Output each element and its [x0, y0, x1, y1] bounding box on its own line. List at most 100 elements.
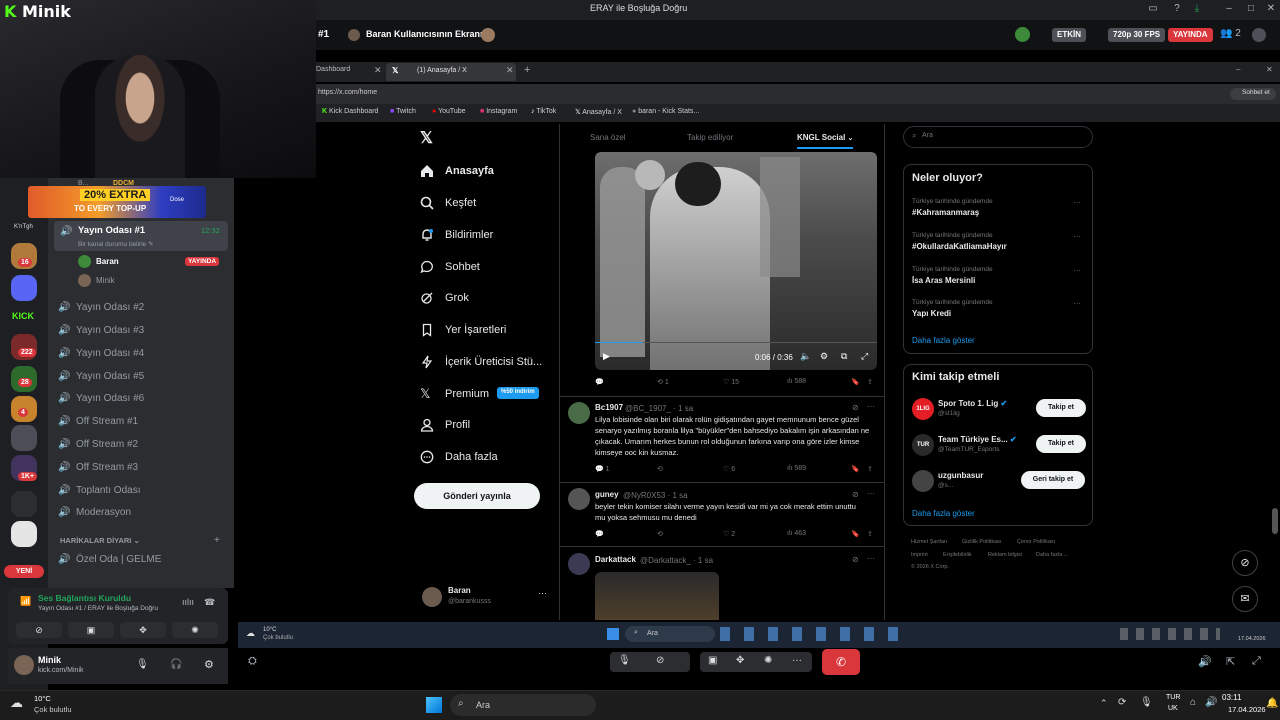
fullscreen-icon[interactable]: ⤢ [861, 351, 868, 362]
reply-icon[interactable]: 💬 [595, 530, 604, 538]
tray-app-icon[interactable]: ⟳ [1118, 697, 1126, 708]
tweet-image[interactable] [595, 572, 719, 620]
close-icon[interactable]: ✕ [374, 65, 382, 76]
tab-x-home[interactable]: (1) Anasayfa / X [417, 67, 467, 74]
trends-show-more-link[interactable]: Daha fazla göster [912, 336, 975, 345]
mic-control[interactable]: 🎙 ⊘ [610, 652, 690, 672]
more-icon[interactable]: ··· [538, 588, 547, 598]
repost-icon[interactable]: ⟲ [657, 530, 663, 538]
channel-item[interactable]: 🔊 Off Stream #3 [58, 458, 224, 478]
avatar[interactable]: TUR [912, 434, 934, 456]
play-icon[interactable]: ▶ [603, 351, 610, 362]
disconnect-icon[interactable]: ☎ [204, 597, 215, 608]
channel-item[interactable]: 🔊 Off Stream #1 [58, 412, 224, 432]
more-icon[interactable]: ··· [1073, 232, 1081, 241]
tweet-author[interactable]: Darkattack [595, 555, 636, 564]
like-icon[interactable]: ♡ 15 [723, 378, 739, 386]
messages-icon[interactable]: ✉ [1232, 586, 1258, 612]
like-icon[interactable]: ♡ 6 [723, 465, 735, 473]
notifications-icon[interactable]: 🔔 [1266, 698, 1278, 709]
chevron-up-icon[interactable]: ⌃ [1100, 698, 1108, 709]
url-text[interactable]: https://x.com/home [318, 89, 377, 96]
footer-link[interactable]: Gizlilik Politikası [962, 539, 1001, 545]
windows-start-icon[interactable] [426, 697, 442, 713]
channel-item[interactable]: 🔊 Yayın Odası #2 [58, 298, 224, 318]
headphones-icon[interactable]: 🎧 [170, 659, 182, 670]
download-icon[interactable]: ⤓ [1190, 3, 1204, 17]
new-tab-button[interactable]: + [524, 64, 530, 76]
windows-start-icon[interactable] [607, 628, 619, 640]
volume-icon[interactable]: 🔈 [800, 351, 811, 362]
reply-icon[interactable]: 💬 1 [595, 465, 610, 473]
footer-link[interactable]: Reklam bilgisi [988, 552, 1022, 558]
voice-location[interactable]: Yayın Odası #1 / ERAY ile Boşluğa Doğru [38, 605, 158, 612]
more-icon[interactable]: ··· [792, 655, 802, 666]
server-folder-icon[interactable] [11, 491, 37, 517]
more-icon[interactable]: ··· [1073, 198, 1081, 207]
tab-following[interactable]: Takip ediliyor [687, 133, 733, 142]
soundboard-icon[interactable]: ✺ [764, 655, 772, 666]
pip-icon[interactable]: ⧉ [841, 351, 847, 362]
mic-icon[interactable]: 🎙 [618, 655, 631, 666]
taskbar-app-icons[interactable] [720, 627, 910, 641]
address-bar[interactable] [314, 84, 1280, 104]
server-label[interactable]: K'nTgh [14, 224, 33, 230]
language-layout[interactable]: UK [1168, 705, 1178, 712]
x-logo-icon[interactable]: 𝕏 [420, 128, 433, 148]
mic-icon[interactable]: 🎙 [136, 659, 149, 670]
more-icon[interactable]: ··· [1073, 266, 1081, 275]
server-icon[interactable] [11, 275, 37, 301]
trend-item[interactable]: İsa Aras Mersinli [912, 276, 975, 285]
channel-item[interactable]: 🔊 Moderasyon [58, 503, 224, 523]
inbox-icon[interactable]: ▭ [1146, 3, 1160, 17]
share-icon[interactable]: ⇪ [867, 465, 873, 473]
avatar[interactable] [568, 553, 590, 575]
close-button[interactable]: ✕ [1266, 65, 1273, 74]
bookmark-kick-dashboard[interactable]: K Kick Dashboard [322, 108, 378, 115]
footer-link[interactable]: Çerez Politikası [1017, 539, 1055, 545]
channel-status[interactable]: Bir kanal durumu belirle ✎ [78, 240, 154, 248]
footer-link[interactable]: Imprint [911, 552, 928, 558]
username[interactable]: Minik [38, 655, 61, 665]
tweet-handle[interactable]: @BC_1907_ · 1 sa [625, 404, 693, 413]
trend-item[interactable]: #OkullardaKatliamaHayır [912, 242, 1007, 251]
channel-item[interactable]: 🔊 Özel Oda | GELME [58, 550, 224, 570]
activities-icon[interactable]: ⛭ [248, 655, 257, 668]
reply-icon[interactable]: 💬 [595, 378, 604, 386]
follow-back-button[interactable]: Geri takip et [1021, 471, 1085, 489]
fullscreen-icon[interactable]: ⤢ [1252, 655, 1261, 668]
bookmark-icon[interactable]: 🔖 [851, 378, 860, 386]
tab-kngl-social[interactable]: KNGL Social ⌄ [797, 133, 853, 142]
channel-item[interactable]: 🔊 Yayın Odası #6 [58, 389, 224, 409]
soundboard-button[interactable]: ✺ [172, 622, 218, 638]
tray-icons[interactable] [1120, 628, 1220, 640]
share-icon[interactable]: ⇪ [867, 530, 873, 538]
follow-name[interactable]: Team Türkiye Es... ✔ [938, 435, 1017, 444]
disconnect-button[interactable]: ✆ [822, 649, 860, 675]
tweet-handle[interactable]: @NyR0X53 · 1 sa [623, 491, 688, 500]
repost-icon[interactable]: ⟲ 1 [657, 378, 669, 386]
taskbar-search[interactable] [625, 626, 715, 642]
avatar[interactable] [78, 255, 91, 268]
follow-button[interactable]: Takip et [1036, 435, 1086, 453]
clock-time[interactable]: 03:11 [1222, 693, 1241, 702]
bookmark-icon[interactable]: 🔖 [851, 465, 860, 473]
minimize-button[interactable]: – [1222, 3, 1236, 17]
member-name[interactable]: Baran [96, 257, 119, 266]
more-icon[interactable]: ··· [867, 489, 875, 498]
grok-icon[interactable]: ⊘ [1232, 550, 1258, 576]
maximize-button[interactable]: □ [1244, 3, 1258, 17]
minimize-button[interactable]: – [1236, 65, 1240, 74]
footer-link[interactable]: Hizmet Şartları [911, 539, 947, 545]
tweet-handle[interactable]: @Darkattack_ · 1 sa [640, 556, 713, 565]
trend-item[interactable]: #Kahramanmaraş [912, 208, 979, 217]
footer-link[interactable]: Daha fazla ... [1036, 552, 1068, 558]
tab-dashboard[interactable]: Dashboard [316, 66, 350, 73]
trend-item[interactable]: Yapı Kredi [912, 309, 951, 318]
close-button[interactable]: ✕ [1264, 3, 1278, 17]
follow-button[interactable]: Takip et [1036, 399, 1086, 417]
activities-button[interactable]: ✥ [120, 622, 166, 638]
bookmark-tiktok[interactable]: ♪ TikTok [531, 108, 556, 115]
close-icon[interactable]: ✕ [506, 65, 514, 76]
bookmark-twitch[interactable]: ■ Twitch [390, 108, 416, 115]
